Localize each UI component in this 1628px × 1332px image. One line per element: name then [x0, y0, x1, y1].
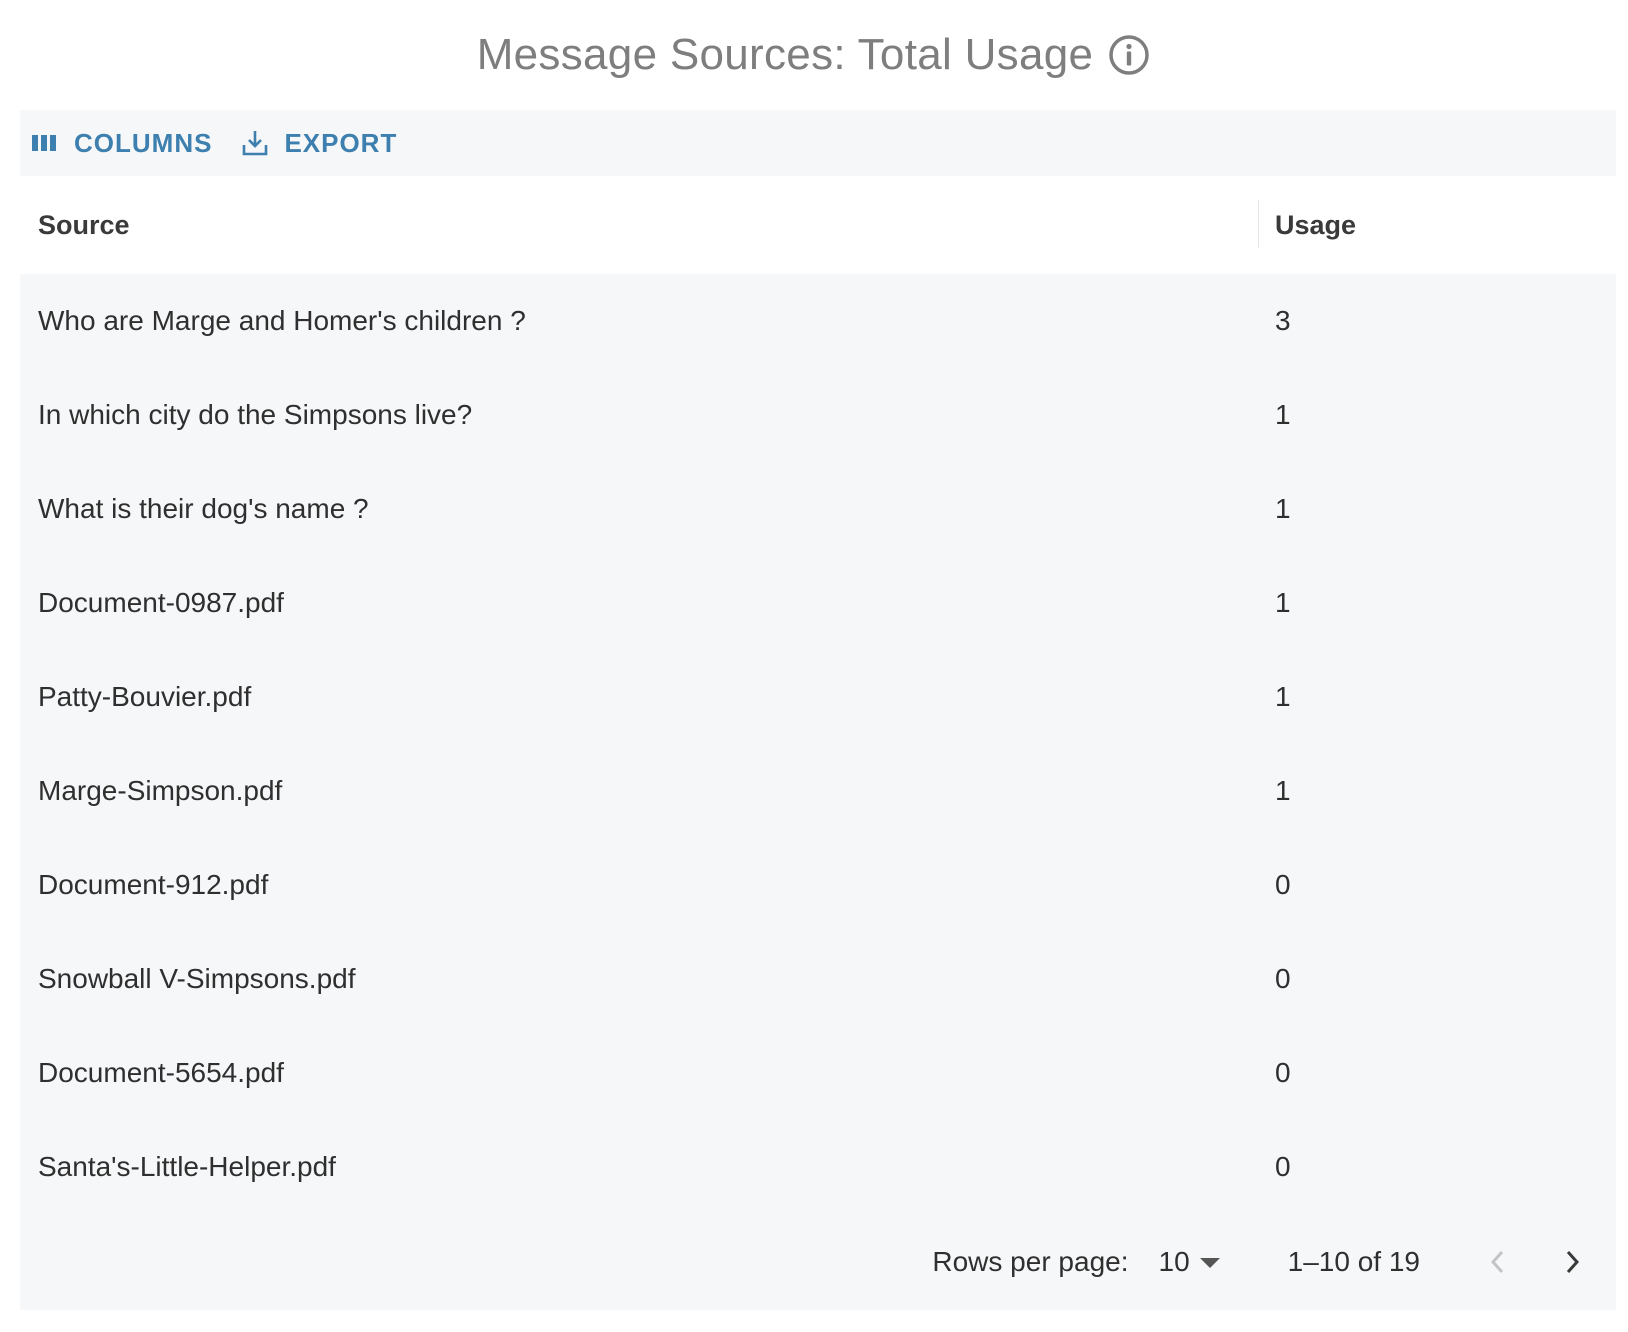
column-header-source[interactable]: Source — [20, 210, 1258, 241]
source-cell: Document-0987.pdf — [38, 587, 284, 618]
table-row[interactable]: Santa's-Little-Helper.pdf 0 — [20, 1120, 1616, 1214]
download-icon — [240, 128, 270, 158]
info-circle-icon[interactable] — [1107, 33, 1151, 77]
table-row[interactable]: Document-912.pdf 0 — [20, 838, 1616, 932]
message-sources-page: Message Sources: Total Usage COLUMNS EXP… — [0, 0, 1628, 1332]
columns-button-label: COLUMNS — [74, 127, 213, 158]
usage-cell: 0 — [1275, 869, 1291, 900]
previous-page-button[interactable] — [1478, 1242, 1518, 1282]
next-page-button[interactable] — [1552, 1242, 1592, 1282]
source-cell: Marge-Simpson.pdf — [38, 775, 283, 806]
grid-toolbar: COLUMNS EXPORT — [20, 110, 1616, 176]
source-cell: Document-5654.pdf — [38, 1057, 284, 1088]
usage-cell: 0 — [1275, 1151, 1291, 1182]
usage-cell: 1 — [1275, 399, 1291, 430]
source-cell: Who are Marge and Homer's children ? — [38, 305, 526, 336]
table-row[interactable]: Document-5654.pdf 0 — [20, 1026, 1616, 1120]
table-row[interactable]: Marge-Simpson.pdf 1 — [20, 744, 1616, 838]
table-header-row: Source Usage — [20, 176, 1616, 274]
pagination-bar: Rows per page: 10 1–10 of 19 — [20, 1214, 1616, 1310]
source-cell: In which city do the Simpsons live? — [38, 399, 473, 430]
export-button[interactable]: EXPORT — [240, 128, 397, 159]
column-header-usage[interactable]: Usage — [1258, 210, 1616, 241]
source-cell: Santa's-Little-Helper.pdf — [38, 1151, 336, 1182]
usage-cell: 3 — [1275, 305, 1291, 336]
chevron-right-icon — [1566, 1250, 1580, 1274]
table-row[interactable]: What is their dog's name ? 1 — [20, 462, 1616, 556]
usage-cell: 1 — [1275, 587, 1291, 618]
table-row[interactable]: Document-0987.pdf 1 — [20, 556, 1616, 650]
usage-cell: 1 — [1275, 775, 1291, 806]
source-cell: Document-912.pdf — [38, 869, 269, 900]
usage-cell: 0 — [1275, 1057, 1291, 1088]
source-cell: What is their dog's name ? — [38, 493, 369, 524]
table-row[interactable]: In which city do the Simpsons live? 1 — [20, 368, 1616, 462]
export-button-label: EXPORT — [284, 127, 398, 158]
data-grid: COLUMNS EXPORT Source Usage Who are Marg… — [20, 110, 1616, 1310]
table-row[interactable]: Who are Marge and Homer's children ? 3 — [20, 274, 1616, 368]
rows-per-page-select[interactable]: 10 — [1159, 1246, 1220, 1278]
view-columns-icon — [30, 128, 60, 158]
chevron-left-icon — [1490, 1250, 1504, 1274]
table-body: Who are Marge and Homer's children ? 3 I… — [20, 274, 1616, 1214]
rows-per-page-label: Rows per page: — [932, 1246, 1129, 1277]
pagination-range: 1–10 of 19 — [1287, 1246, 1420, 1277]
source-cell: Snowball V-Simpsons.pdf — [38, 963, 356, 994]
table-row[interactable]: Patty-Bouvier.pdf 1 — [20, 650, 1616, 744]
rows-per-page-value: 10 — [1158, 1246, 1190, 1277]
usage-cell: 1 — [1275, 681, 1291, 712]
caret-down-icon — [1199, 1258, 1220, 1268]
columns-button[interactable]: COLUMNS — [30, 128, 212, 159]
usage-cell: 1 — [1275, 493, 1291, 524]
column-separator[interactable] — [1258, 200, 1259, 248]
page-title: Message Sources: Total Usage — [476, 30, 1094, 79]
source-cell: Patty-Bouvier.pdf — [38, 681, 252, 712]
table-row[interactable]: Snowball V-Simpsons.pdf 0 — [20, 932, 1616, 1026]
title-bar: Message Sources: Total Usage — [0, 0, 1628, 110]
usage-cell: 0 — [1275, 963, 1291, 994]
